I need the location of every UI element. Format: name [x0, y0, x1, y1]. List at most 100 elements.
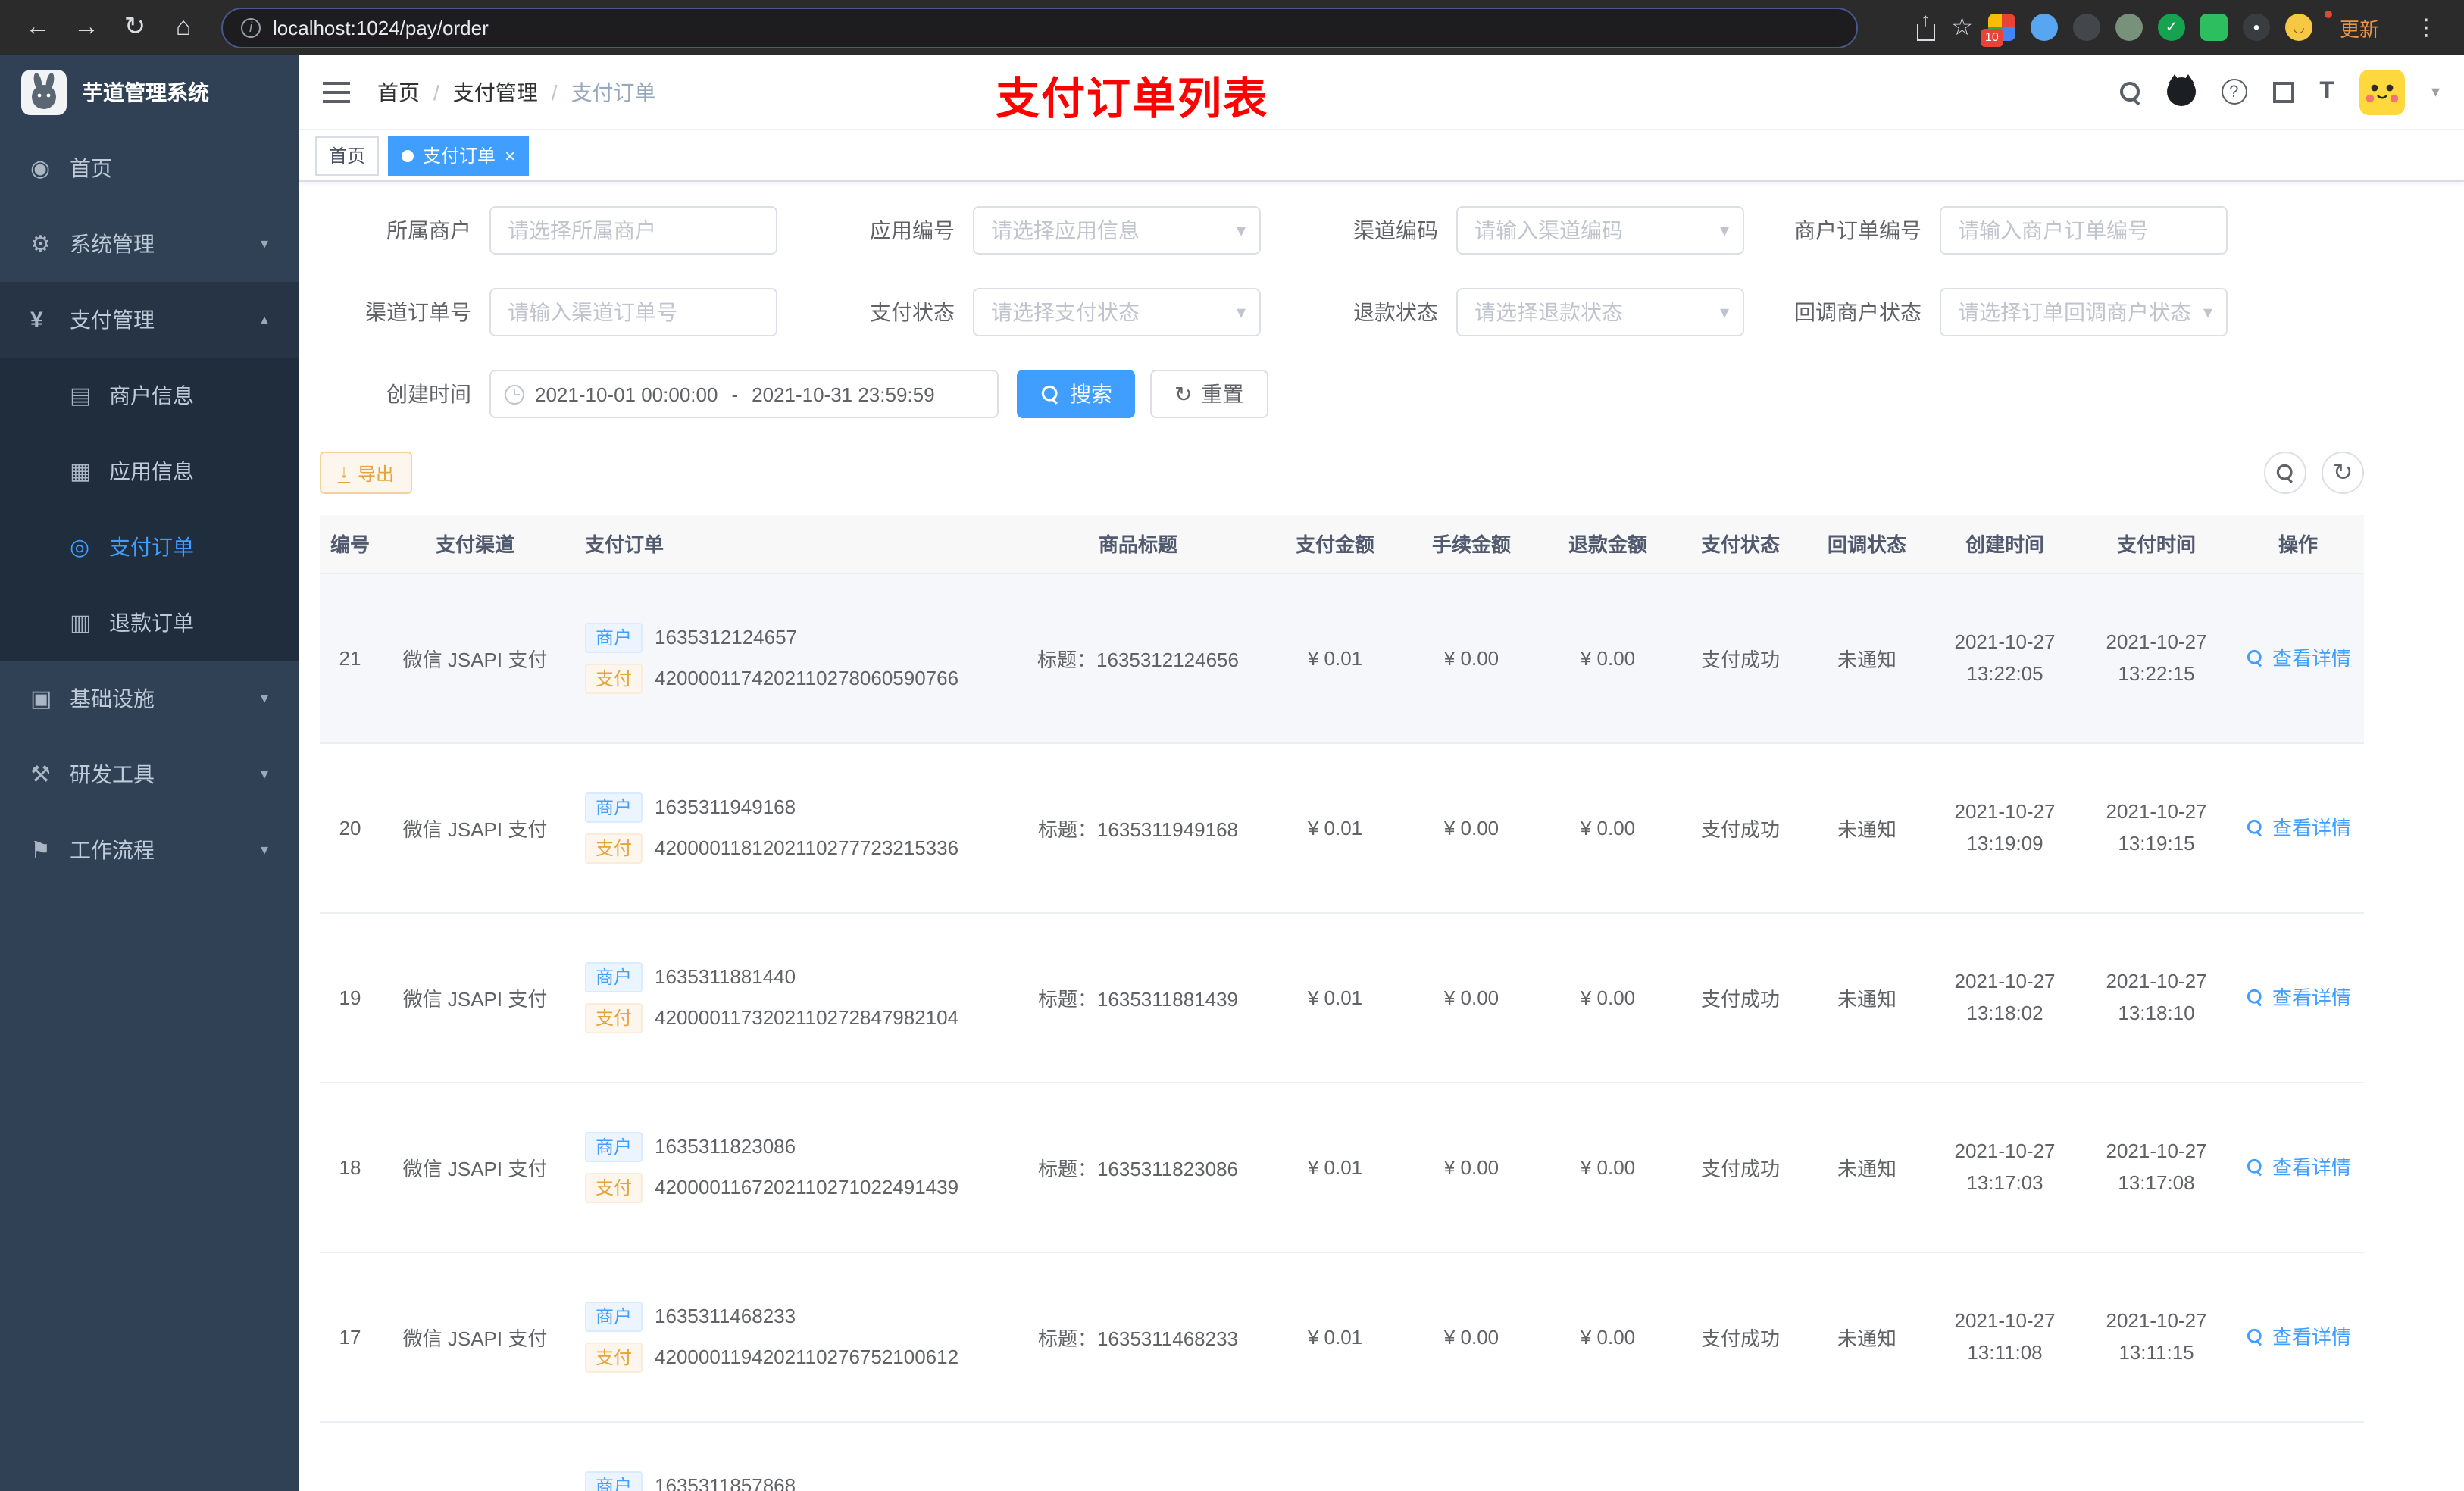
view-detail-link[interactable]: 查看详情 [2245, 983, 2351, 1011]
pay-order-cell: 商户 1635311881440 支付 42000011732021102728… [570, 912, 1009, 1083]
workflow-icon [30, 836, 70, 864]
channel-code-select[interactable]: 请输入渠道编码 [1456, 206, 1744, 255]
col-channel: 支付渠道 [380, 515, 570, 574]
download-icon [338, 462, 350, 483]
breadcrumb-home[interactable]: 首页 [377, 77, 420, 107]
refund-amount-cell [1540, 1421, 1676, 1491]
sidebar-item-app-info[interactable]: 应用信息 [0, 433, 299, 509]
extension-avatar-icon[interactable] [2284, 14, 2312, 41]
channel-order-no-input[interactable] [489, 288, 777, 336]
extension-pin-icon[interactable] [2242, 14, 2270, 41]
font-size-icon[interactable] [2319, 78, 2334, 105]
screen: localhost:1024/pay/order 10 更新 芋道管理系统 [0, 0, 2464, 1491]
view-detail-link[interactable]: 查看详情 [2245, 1152, 2351, 1181]
pay-tag: 支付 [585, 663, 643, 693]
bookmark-star-icon[interactable] [1951, 12, 1973, 42]
close-icon[interactable] [505, 145, 515, 166]
pay-amount-cell: ¥ 0.01 [1267, 912, 1403, 1083]
refund-status-select[interactable]: 请选择退款状态 [1456, 288, 1744, 336]
extension-check-icon[interactable] [2157, 14, 2185, 41]
tags-view: 首页 支付订单 [299, 130, 2464, 182]
github-icon[interactable] [2166, 74, 2196, 106]
fee-amount-cell: ¥ 0.00 [1403, 1252, 1540, 1422]
chevron-down-icon[interactable] [2431, 82, 2440, 102]
pay-tag: 支付 [585, 1002, 643, 1033]
reset-button[interactable]: 重置 [1150, 370, 1268, 418]
pay-channel-cell: 微信 JSAPI 支付 [380, 742, 570, 913]
notify-status-select[interactable]: 请选择订单回调商户状态 [1940, 288, 2228, 336]
tab-home[interactable]: 首页 [315, 136, 380, 175]
toggle-search-button[interactable] [2264, 452, 2306, 494]
sidebar-item-system[interactable]: 系统管理 [0, 206, 299, 282]
col-status: 支付状态 [1676, 515, 1805, 574]
extension-olive-icon[interactable] [2115, 14, 2143, 41]
extension-note-icon[interactable] [2200, 14, 2228, 41]
pay-amount-cell: ¥ 0.01 [1267, 1082, 1403, 1252]
forward-icon[interactable] [67, 8, 106, 47]
address-bar[interactable]: localhost:1024/pay/order [221, 7, 1858, 48]
document-icon [70, 609, 109, 636]
channel-order-no-label: 渠道订单号 [365, 300, 471, 324]
avatar[interactable] [2359, 69, 2406, 114]
orders-table: 编号 支付渠道 支付订单 商品标题 支付金额 手续金额 退款金额 支付状态 回调… [320, 515, 2364, 1491]
search-button[interactable]: 搜索 [1017, 370, 1135, 418]
sidebar-item-dev-tools[interactable]: 研发工具 [0, 736, 299, 812]
merchant-tag: 商户 [585, 961, 643, 992]
browser-menu-icon[interactable] [2406, 8, 2446, 47]
view-detail-link[interactable]: 查看详情 [2245, 813, 2351, 842]
help-icon[interactable] [2221, 79, 2247, 105]
view-detail-link[interactable]: 查看详情 [2245, 1322, 2351, 1351]
search-icon[interactable] [2119, 81, 2140, 102]
actions-cell: 查看详情 [2232, 912, 2364, 1083]
refresh-table-button[interactable] [2322, 452, 2364, 494]
sidebar-item-refund-order[interactable]: 退款订单 [0, 585, 299, 661]
pay-status-select[interactable]: 请选择支付状态 [973, 288, 1261, 336]
date-separator: - [731, 383, 739, 405]
pay-status-cell: 支付成功 [1676, 742, 1805, 913]
search-icon [2247, 1328, 2263, 1343]
goods-title-cell: 标题：1635311468233 [1009, 1252, 1267, 1422]
order-id-cell: 17 [320, 1252, 380, 1422]
app-title: 芋道管理系统 [82, 80, 209, 105]
extension-dark-icon[interactable] [2072, 14, 2100, 41]
pay-transaction-no: 4200001167202110271022491439 [655, 1176, 959, 1199]
create-time-range-picker[interactable]: 2021-10-01 00:00:00 - 2021-10-31 23:59:5… [489, 370, 999, 418]
search-icon [2247, 649, 2263, 664]
back-icon[interactable] [18, 8, 58, 47]
notify-status-cell: 未通知 [1805, 573, 1929, 743]
merchant-order-no-input[interactable] [1940, 206, 2228, 255]
merchant-input[interactable] [489, 206, 777, 255]
sidebar-item-pay[interactable]: 支付管理 [0, 282, 299, 358]
chevron-down-icon [261, 236, 268, 252]
extension-grid-icon[interactable]: 10 [1980, 14, 2015, 47]
clock-icon [505, 384, 524, 404]
notify-status-cell: 未通知 [1805, 742, 1929, 913]
app-no-select[interactable]: 请选择应用信息 [973, 206, 1261, 255]
col-create-time: 创建时间 [1929, 515, 2081, 574]
sidebar-item-merchant-info[interactable]: 商户信息 [0, 358, 299, 433]
sidebar-item-infra[interactable]: 基础设施 [0, 661, 299, 736]
sidebar-item-pay-order[interactable]: 支付订单 [0, 509, 299, 585]
reload-icon[interactable] [115, 8, 155, 47]
sidebar-item-home[interactable]: 首页 [0, 130, 299, 206]
pay-transaction-no: 4200001173202110272847982104 [655, 1006, 959, 1029]
tab-pay-order[interactable]: 支付订单 [388, 136, 530, 175]
tab-active-dot [402, 149, 414, 161]
extension-drop-icon[interactable] [2030, 14, 2058, 41]
top-navbar: 首页 支付管理 支付订单 支付订单列表 [299, 55, 2464, 130]
sidebar-item-workflow[interactable]: 工作流程 [0, 812, 299, 888]
breadcrumb-pay[interactable]: 支付管理 [420, 77, 538, 107]
home-icon[interactable] [164, 8, 203, 47]
view-detail-link[interactable]: 查看详情 [2245, 643, 2351, 672]
table-row: 18 微信 JSAPI 支付 商户 1635311823086 支付 42000… [320, 1082, 2364, 1252]
pay-amount-cell: ¥ 0.01 [1267, 1252, 1403, 1422]
hamburger-icon[interactable] [323, 81, 350, 102]
site-info-icon[interactable] [241, 17, 261, 37]
fullscreen-icon[interactable] [2272, 81, 2294, 102]
create-time-label: 创建时间 [386, 382, 471, 406]
browser-update-button[interactable]: 更新 [2324, 8, 2391, 46]
goods-title-cell: 标题：1635311823086 [1009, 1082, 1267, 1252]
share-icon[interactable] [1915, 14, 1936, 40]
pay-transaction-no: 4200001174202110278060590766 [655, 667, 959, 689]
export-button[interactable]: 导出 [320, 452, 413, 494]
